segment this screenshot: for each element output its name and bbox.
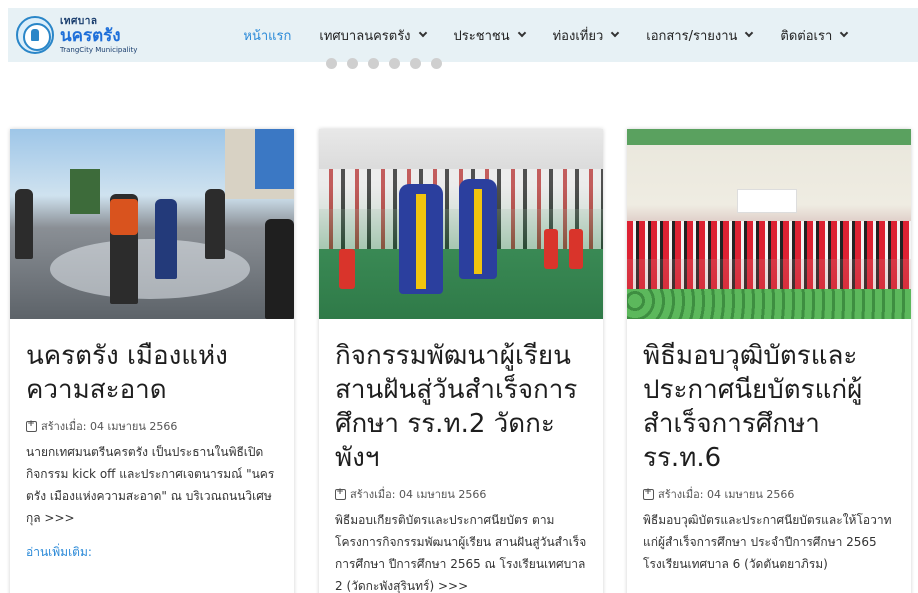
news-card-body: กิจกรรมพัฒนาผู้เรียน สานฝันสู่วันสำเร็จก… xyxy=(319,319,603,593)
nav-item-label: หน้าแรก xyxy=(243,28,292,44)
news-card-title[interactable]: กิจกรรมพัฒนาผู้เรียน สานฝันสู่วันสำเร็จก… xyxy=(335,339,589,475)
main-menu: หน้าแรก เทศบาลนครตรัง ประชาชน ท่องเที่ยว… xyxy=(243,8,875,62)
news-card-date: สร้างเมื่อ: 04 เมษายน 2566 xyxy=(26,417,280,435)
news-card-date-text: สร้างเมื่อ: 04 เมษายน 2566 xyxy=(658,488,795,501)
news-card-date-text: สร้างเมื่อ: 04 เมษายน 2566 xyxy=(41,420,178,433)
chevron-down-icon xyxy=(418,28,427,38)
nav-item-label: ประชาชน xyxy=(453,28,510,44)
chevron-down-icon xyxy=(517,28,526,38)
news-card-excerpt: พิธีมอบวุฒิบัตรและประกาศนียบัตรและให้โอว… xyxy=(643,513,892,571)
news-card-graduation-school6: พิธีมอบวุฒิบัตรและประกาศนียบัตรแก่ผู้สำเ… xyxy=(627,129,911,593)
top-navbar: เทศบาล นครตรัง TrangCity Municipality หน… xyxy=(8,8,918,62)
nav-item-municipality[interactable]: เทศบาลนครตรัง xyxy=(319,25,427,46)
chevron-down-icon xyxy=(840,28,849,38)
site-logo[interactable]: เทศบาล นครตรัง TrangCity Municipality xyxy=(16,16,137,54)
news-card-date-text: สร้างเมื่อ: 04 เมษายน 2566 xyxy=(350,488,487,501)
news-card-excerpt: พิธีมอบเกียรติบัตรและประกาศนียบัตร ตามโค… xyxy=(335,513,587,593)
news-card-body: นครตรัง เมืองแห่งความสะอาด สร้างเมื่อ: 0… xyxy=(10,319,294,562)
carousel-dot[interactable] xyxy=(410,58,421,69)
news-card-title[interactable]: นครตรัง เมืองแห่งความสะอาด xyxy=(26,339,280,407)
chevron-down-icon xyxy=(745,28,754,38)
nav-item-contact[interactable]: ติดต่อเรา xyxy=(780,25,849,46)
calendar-plus-icon xyxy=(643,487,654,500)
logo-text: เทศบาล นครตรัง TrangCity Municipality xyxy=(60,15,138,54)
news-card-clean-city: นครตรัง เมืองแห่งความสะอาด สร้างเมื่อ: 0… xyxy=(10,129,294,593)
calendar-plus-icon xyxy=(335,487,346,500)
nav-item-label: ท่องเที่ยว xyxy=(552,28,604,44)
municipality-seal-icon xyxy=(16,16,54,54)
calendar-plus-icon xyxy=(26,419,37,432)
carousel-dot[interactable] xyxy=(326,58,337,69)
news-card-image[interactable] xyxy=(627,129,911,319)
nav-item-label: เอกสาร/รายงาน xyxy=(646,28,738,44)
logo-line3: TrangCity Municipality xyxy=(60,45,138,54)
carousel-indicators xyxy=(326,58,452,69)
nav-item-documents[interactable]: เอกสาร/รายงาน xyxy=(646,25,754,46)
chevron-down-icon xyxy=(611,28,620,38)
nav-item-tourism[interactable]: ท่องเที่ยว xyxy=(552,25,620,46)
logo-line2: นครตรัง xyxy=(60,25,121,46)
nav-item-label: ติดต่อเรา xyxy=(780,28,833,44)
news-card-title[interactable]: พิธีมอบวุฒิบัตรและประกาศนียบัตรแก่ผู้สำเ… xyxy=(643,339,897,475)
carousel-dot[interactable] xyxy=(368,58,379,69)
news-card-image[interactable] xyxy=(10,129,294,319)
news-card-graduation-school2: กิจกรรมพัฒนาผู้เรียน สานฝันสู่วันสำเร็จก… xyxy=(319,129,603,593)
nav-item-home[interactable]: หน้าแรก xyxy=(243,25,291,46)
news-card-image[interactable] xyxy=(319,129,603,319)
news-card-date: สร้างเมื่อ: 04 เมษายน 2566 xyxy=(335,485,589,503)
news-card-excerpt: นายกเทศมนตรีนครตรัง เป็นประธานในพิธีเปิด… xyxy=(26,445,275,525)
nav-item-label: เทศบาลนครตรัง xyxy=(319,28,411,44)
logo-line1: เทศบาล xyxy=(60,15,98,27)
carousel-dot[interactable] xyxy=(389,58,400,69)
news-card-date: สร้างเมื่อ: 04 เมษายน 2566 xyxy=(643,485,897,503)
read-more-link[interactable]: อ่านเพิ่มเติม: xyxy=(26,543,92,562)
carousel-dot[interactable] xyxy=(431,58,442,69)
news-card-body: พิธีมอบวุฒิบัตรและประกาศนียบัตรแก่ผู้สำเ… xyxy=(627,319,911,575)
nav-item-citizens[interactable]: ประชาชน xyxy=(453,25,526,46)
carousel-dot[interactable] xyxy=(347,58,358,69)
